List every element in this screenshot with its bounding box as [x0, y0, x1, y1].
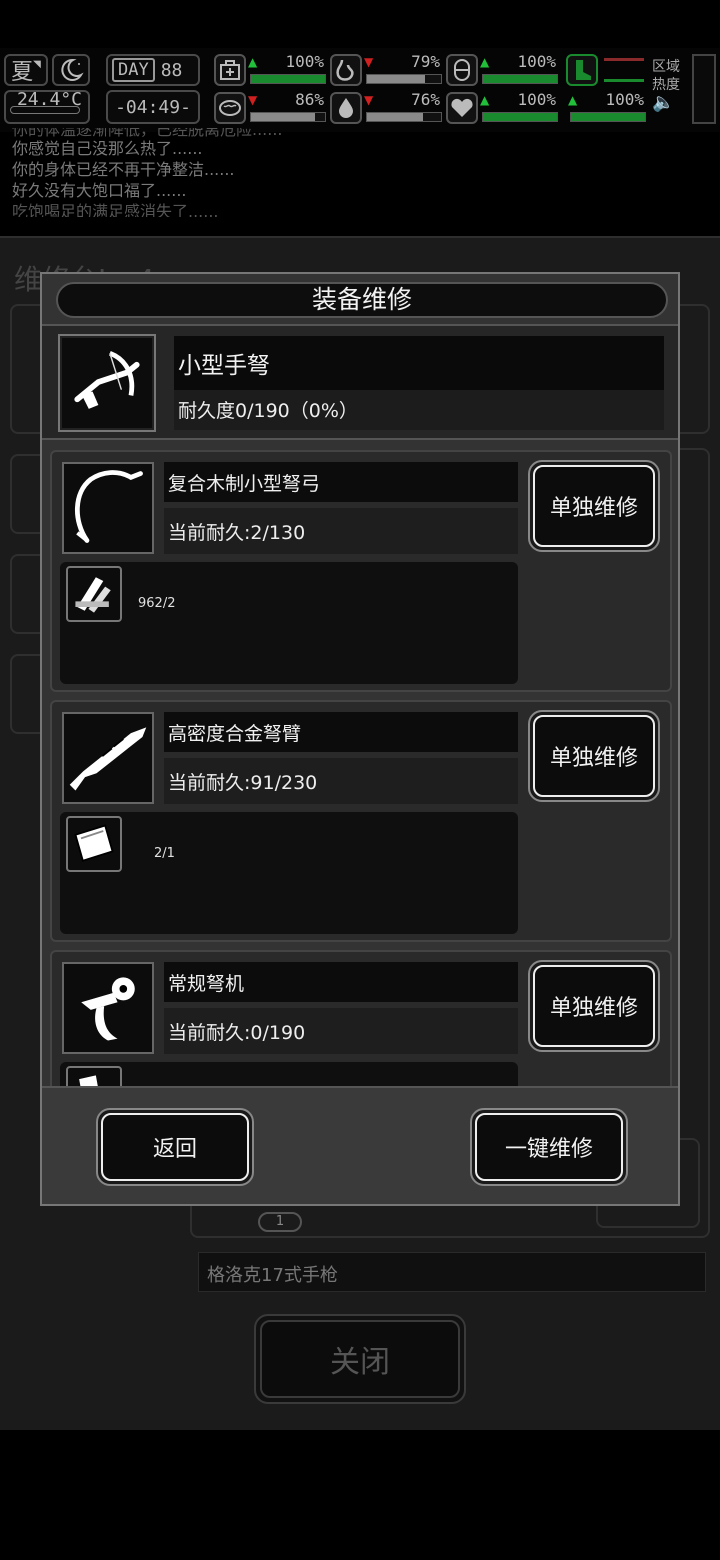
- crossbow-stock-icon: [62, 712, 154, 804]
- log-line: 吃饱喝足的满足感消失了......: [12, 202, 219, 217]
- mask-bar: [482, 74, 558, 84]
- stat-health: ▲ 100%: [214, 52, 326, 88]
- repair-single-button-frame[interactable]: 单独维修: [528, 460, 660, 552]
- brain-icon: [214, 92, 246, 124]
- repair-dialog: 装备维修 小型手弩 耐久度0/190（0%） 复合木制小型弩弓 当前耐久:2/1…: [40, 272, 680, 1206]
- bow-limb-icon: [62, 462, 154, 554]
- trend-down-icon: ▼: [364, 93, 374, 107]
- stat-mask: ▲ 100%: [446, 52, 558, 88]
- part-durability: 当前耐久:91/230: [164, 758, 518, 804]
- season-label: 夏: [11, 60, 34, 85]
- log-line: 你感觉自己没那么热了......: [12, 139, 203, 158]
- speaker-icon[interactable]: 🔈: [652, 94, 692, 112]
- temperature-readout: 24.4°C: [4, 89, 90, 124]
- stomach-icon: [330, 54, 362, 86]
- back-button[interactable]: 返回: [101, 1113, 249, 1181]
- stat-stamina-icon-box: [566, 52, 646, 88]
- stamina-lines: [604, 58, 644, 82]
- heart-icon: [446, 92, 478, 124]
- repair-all-button[interactable]: 一键维修: [475, 1113, 623, 1181]
- crossbow-icon: [58, 334, 156, 432]
- water-drop-icon: [330, 92, 362, 124]
- target-durability: 耐久度0/190（0%）: [174, 390, 664, 430]
- stat-sanity: ▼ 86%: [214, 90, 326, 126]
- trend-up-icon: ▲: [568, 93, 578, 107]
- message-log: 你的体温逐渐降低，已经脱离危险...... 你感觉自己没那么热了...... 你…: [12, 128, 712, 217]
- stat-hunger: ▼ 79%: [330, 52, 442, 88]
- trend-down-icon: ▼: [248, 93, 258, 107]
- repair-single-button[interactable]: 单独维修: [533, 715, 655, 797]
- wood-planks-icon: [66, 566, 122, 622]
- log-line: 你的体温逐渐降低，已经脱离危险......: [12, 128, 283, 138]
- trend-up-icon: ▲: [248, 55, 258, 69]
- material-list: 962/2: [60, 562, 518, 684]
- trend-down-icon: ▼: [364, 55, 374, 69]
- stat-stamina: ▲ 100%: [566, 90, 646, 126]
- metal-sheet-icon: [66, 816, 122, 872]
- season-arrow-icon: ◥: [33, 58, 41, 70]
- sanity-bar: [250, 112, 326, 122]
- thirst-bar: [366, 112, 442, 122]
- trigger-mechanism-icon: [62, 962, 154, 1054]
- moon-icon: [52, 54, 90, 86]
- dialog-footer: 返回 一键维修: [42, 1086, 678, 1204]
- repair-single-button[interactable]: 单独维修: [533, 965, 655, 1047]
- stat-thirst: ▼ 76%: [330, 90, 442, 126]
- season-indicator: 夏 ◥: [4, 54, 48, 86]
- material-list: [60, 1062, 518, 1086]
- back-button-frame[interactable]: 返回: [96, 1108, 254, 1186]
- target-name: 小型手弩: [174, 336, 664, 390]
- trend-up-icon: ▲: [480, 55, 490, 69]
- part-card: 常规弩机 当前耐久:0/190 单独维修: [50, 950, 672, 1086]
- region-heat-label: 区域 热度 🔈: [652, 58, 692, 112]
- target-equipment: 小型手弩 耐久度0/190（0%）: [42, 324, 678, 440]
- parts-list[interactable]: 复合木制小型弩弓 当前耐久:2/130 962/2 单独维修 高密度合金弩臂 当…: [42, 440, 678, 1086]
- boot-icon: [566, 54, 598, 86]
- log-line: 好久没有大饱口福了......: [12, 181, 187, 200]
- region-heat-bar: [692, 54, 716, 124]
- day-counter: DAY 88: [106, 54, 200, 86]
- part-durability: 当前耐久:0/190: [164, 1008, 518, 1054]
- close-button[interactable]: 关闭: [260, 1320, 460, 1398]
- health-bar: [250, 74, 326, 84]
- part-card: 复合木制小型弩弓 当前耐久:2/130 962/2 单独维修: [50, 450, 672, 692]
- repair-all-button-frame[interactable]: 一键维修: [470, 1108, 628, 1186]
- part-durability: 当前耐久:2/130: [164, 508, 518, 554]
- clock-readout: -04:49-: [106, 90, 200, 124]
- repair-single-button-frame[interactable]: 单独维修: [528, 710, 660, 802]
- dialog-title: 装备维修: [56, 282, 668, 318]
- part-card: 高密度合金弩臂 当前耐久:91/230 2/1 单独维修: [50, 700, 672, 942]
- material-count: 962/2: [138, 596, 176, 611]
- status-hud: 夏 ◥ 24.4°C DAY 88 -04:49- ▲ 100% ▼ 79% ▲…: [0, 48, 720, 132]
- repair-single-button[interactable]: 单独维修: [533, 465, 655, 547]
- mask-icon: [446, 54, 478, 86]
- material-count: 2/1: [154, 846, 175, 861]
- close-button-frame[interactable]: 关闭: [254, 1314, 466, 1404]
- heart-bar: [482, 112, 558, 122]
- stat-heart: ▲ 100%: [446, 90, 558, 126]
- stamina-bar: [570, 112, 646, 122]
- log-line: 你的身体已经不再干净整洁......: [12, 160, 235, 179]
- count-pill: 1: [258, 1212, 302, 1232]
- repair-single-button-frame[interactable]: 单独维修: [528, 960, 660, 1052]
- medkit-icon: [214, 54, 246, 86]
- part-name: 高密度合金弩臂: [164, 712, 518, 752]
- trend-up-icon: ▲: [480, 93, 490, 107]
- hunger-bar: [366, 74, 442, 84]
- part-name: 复合木制小型弩弓: [164, 462, 518, 502]
- item-name-row[interactable]: 格洛克17式手枪: [198, 1252, 706, 1292]
- part-name: 常规弩机: [164, 962, 518, 1002]
- material-list: 2/1: [60, 812, 518, 934]
- material-icon: [66, 1066, 122, 1086]
